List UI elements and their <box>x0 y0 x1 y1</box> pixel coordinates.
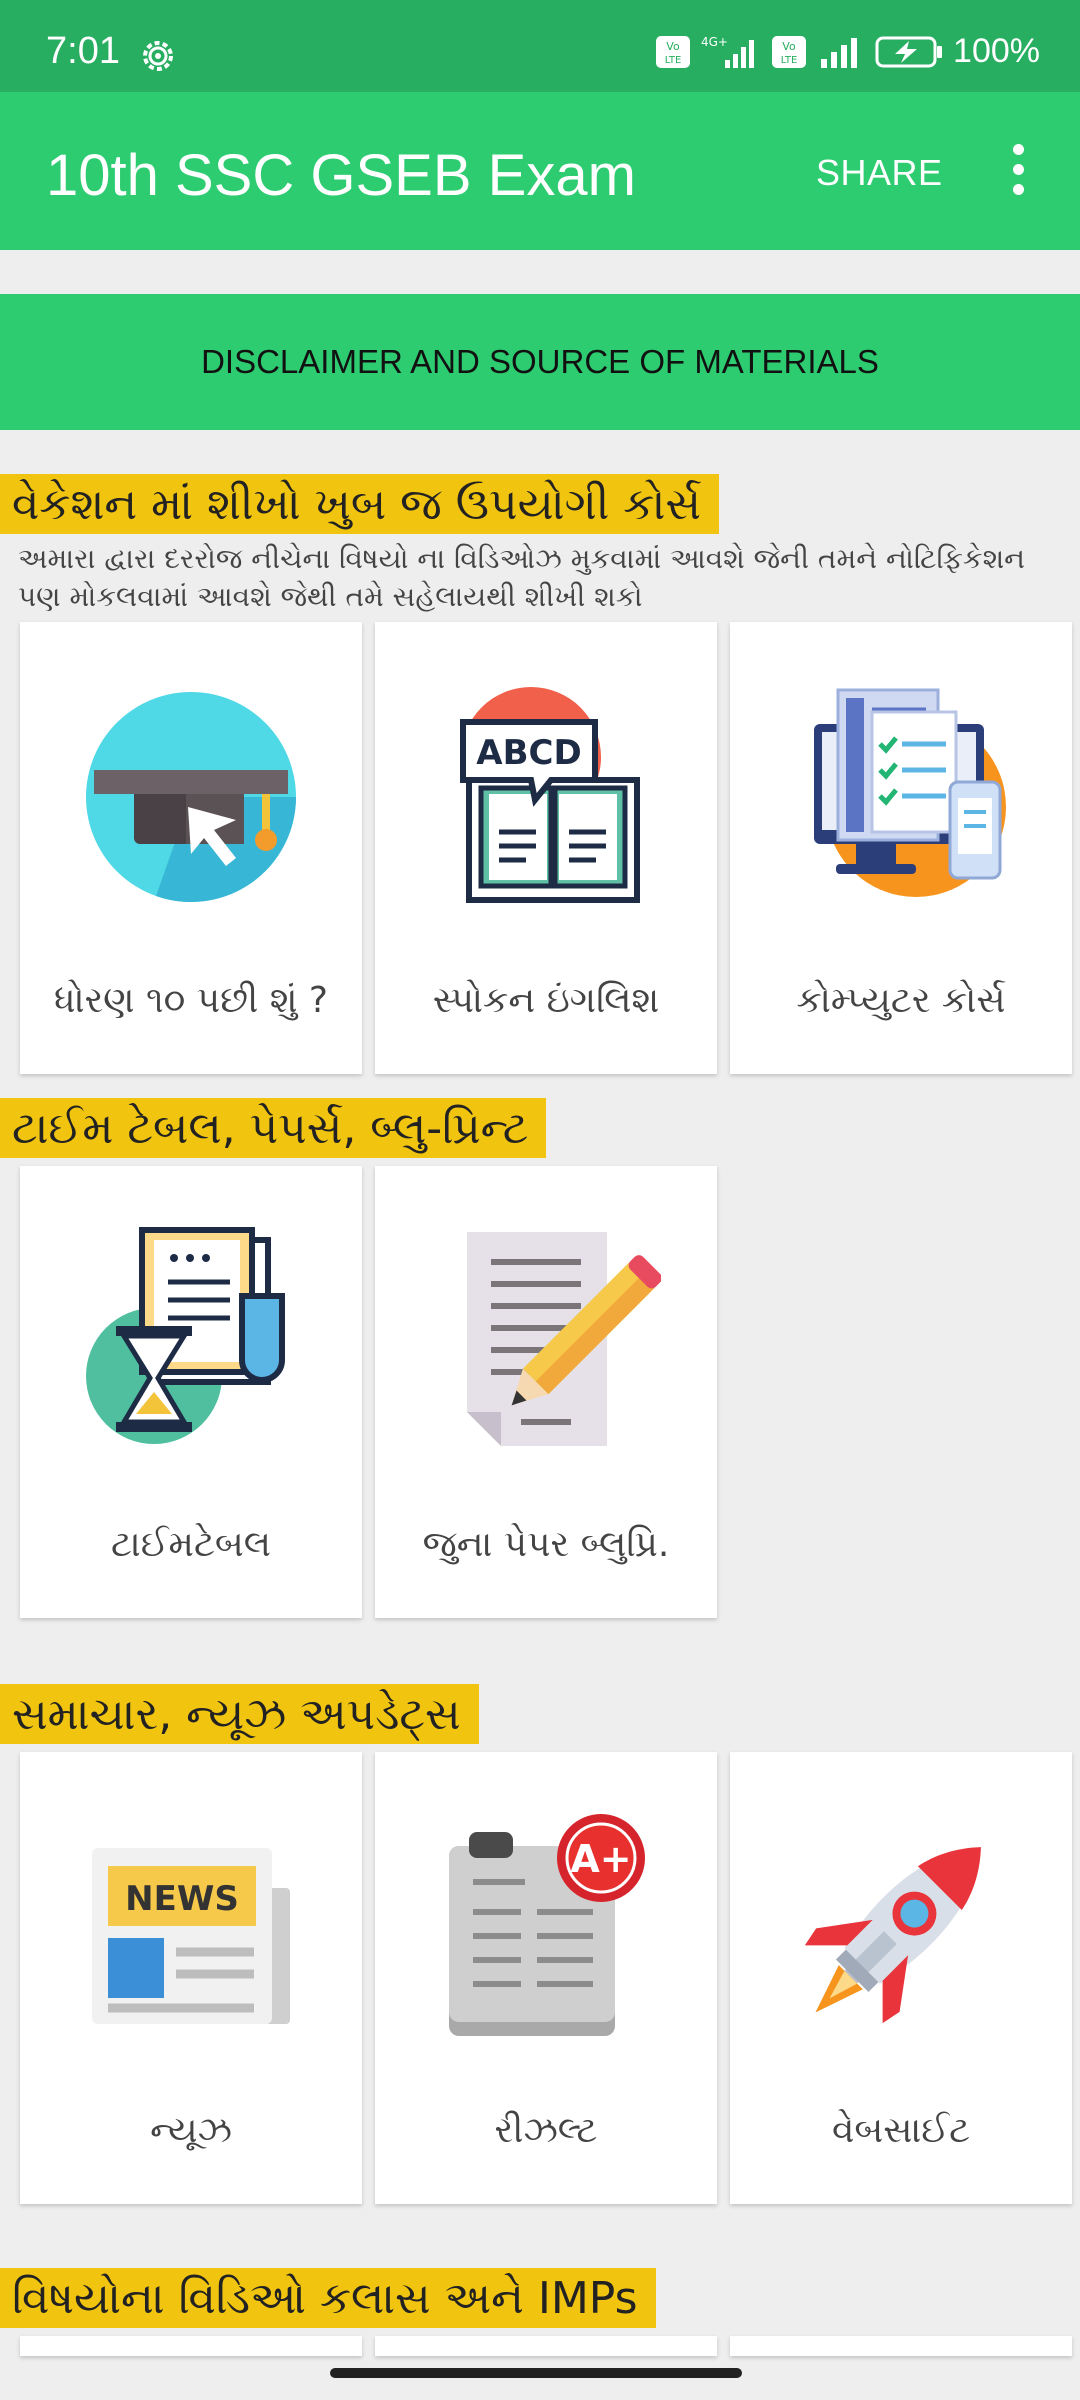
card-result[interactable]: A+ રીઝલ્ટ <box>375 1752 717 2204</box>
section-header-timetable-papers: ટાઈમ ટેબલ, પેપર્સ, બ્લુ-પ્રિન્ટ <box>0 1098 547 1158</box>
grade-text: A+ <box>570 1837 631 1881</box>
card-partial[interactable] <box>20 2336 362 2356</box>
card-website[interactable]: વેબસાઈટ <box>730 1752 1072 2204</box>
svg-text:LTE: LTE <box>781 55 798 66</box>
svg-text:Vo: Vo <box>782 40 796 53</box>
app-bar: 10th SSC GSEB Exam SHARE <box>0 92 1080 250</box>
volte-icon-2: Vo LTE <box>772 35 807 68</box>
card-after-10th[interactable]: ધોરણ ૧૦ પછી શું ? <box>20 622 362 1074</box>
disclaimer-button[interactable]: DISCLAIMER AND SOURCE OF MATERIALS <box>0 294 1080 430</box>
share-button[interactable]: SHARE <box>816 152 943 194</box>
card-news[interactable]: NEWS ન્યૂઝ <box>20 1752 362 2204</box>
overflow-menu-icon[interactable] <box>1000 144 1036 204</box>
svg-text:Vo: Vo <box>666 40 680 53</box>
battery-charging-icon <box>875 36 943 67</box>
paper-pencil-icon <box>467 1232 661 1446</box>
computer-icon <box>814 688 1006 897</box>
disclaimer-label: DISCLAIMER AND SOURCE OF MATERIALS <box>201 343 879 380</box>
newspaper-icon: NEWS <box>92 1848 290 2024</box>
card-partial[interactable] <box>730 2336 1072 2356</box>
gesture-nav-handle[interactable] <box>330 2368 742 2378</box>
card-label: જુના પેપર બ્લુપ્રિ. <box>422 1524 670 1565</box>
card-label: ન્યૂઝ <box>150 2110 232 2151</box>
battery-percent: 100% <box>953 32 1040 70</box>
app-title: 10th SSC GSEB Exam <box>46 143 636 208</box>
card-timetable[interactable]: ટાઈમટેબલ <box>20 1166 362 1618</box>
settings-gear-icon <box>143 41 173 71</box>
card-label: ટાઈમટેબલ <box>110 1524 272 1565</box>
card-label: સ્પોકન ઇંગલિશ <box>432 980 660 1021</box>
status-time: 7:01 <box>46 30 120 72</box>
card-label: રીઝલ્ટ <box>494 2110 598 2151</box>
abcd-text: ABCD <box>476 733 581 773</box>
volte-icon: Vo LTE <box>656 35 691 68</box>
card-label: ધોરણ ૧૦ પછી શું ? <box>53 980 329 1021</box>
section-header-video-classes: વિષયોના વિડિઓ કલાસ અને IMPs <box>0 2268 656 2328</box>
svg-text:4G+: 4G+ <box>701 35 728 49</box>
svg-text:LTE: LTE <box>665 55 682 66</box>
hourglass-document-icon <box>86 1227 285 1444</box>
card-spoken-english[interactable]: ABCD સ્પોકન ઇંગલિશ <box>375 622 717 1074</box>
card-old-papers-blueprint[interactable]: જુના પેપર બ્લુપ્રિ. <box>375 1166 717 1618</box>
status-icons: Vo LTE 4G+ Vo LTE 100% <box>655 32 1040 71</box>
card-computer-course[interactable]: કોમ્પ્યુટર કોર્સ <box>730 622 1072 1074</box>
card-label: વેબસાઈટ <box>831 2110 971 2151</box>
signal-4g-icon: 4G+ <box>701 35 755 68</box>
section-description: અમારા દ્વારા દરરોજ નીચેના વિષયો ના વિડિઓ… <box>18 542 1026 613</box>
section-header-news-updates: સમાચાર, ન્યૂઝ અપડેટ્સ <box>0 1684 479 1744</box>
news-text: NEWS <box>125 1879 239 1919</box>
abcd-book-icon: ABCD <box>460 687 640 903</box>
card-partial[interactable] <box>375 2336 717 2356</box>
status-bar: 7:01 Vo LTE 4G+ Vo LTE 100% <box>0 0 1080 92</box>
graduation-cap-icon <box>86 692 296 903</box>
rocket-icon <box>804 1847 981 2024</box>
card-label: કોમ્પ્યુટર કોર્સ <box>796 980 1006 1021</box>
signal-icon <box>821 37 858 68</box>
section-header-vacation-courses: વેકેશન માં શીખો ખુબ જ ઉપયોગી કોર્સ <box>0 474 720 534</box>
result-clipboard-icon: A+ <box>449 1814 645 2036</box>
